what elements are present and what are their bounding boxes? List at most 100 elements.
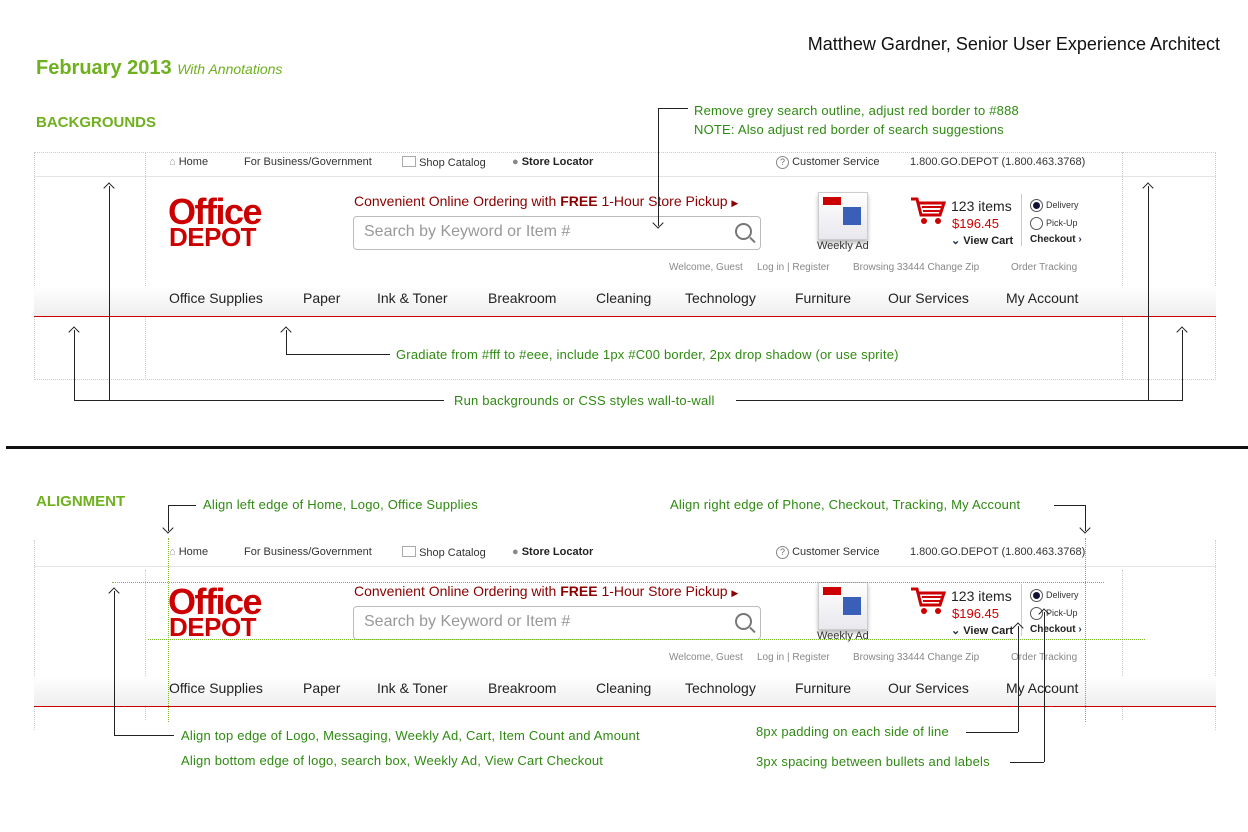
annotation-padding: 8px padding on each side of line: [756, 724, 949, 739]
customer-service-link[interactable]: ? Customer Service: [776, 156, 879, 169]
help-icon: ?: [776, 156, 789, 169]
logo-depot[interactable]: DEPOT: [169, 224, 257, 250]
annotation-search-outline: Remove grey search outline, adjust red b…: [694, 101, 1019, 139]
nav-item[interactable]: Our Services: [888, 290, 969, 306]
view-cart-link[interactable]: ⌄ View Cart: [951, 234, 1013, 247]
phone-number: 1.800.GO.DEPOT (1.800.463.3768): [910, 156, 1086, 168]
browsing-zip[interactable]: Browsing 33444 Change Zip: [853, 652, 979, 663]
weekly-ad-label[interactable]: Weekly Ad: [817, 630, 869, 642]
catalog-label: Shop Catalog: [419, 547, 486, 559]
view-cart-label: View Cart: [963, 235, 1014, 247]
store-locator-link[interactable]: ● Store Locator: [512, 156, 593, 168]
browsing-zip[interactable]: Browsing 33444 Change Zip: [853, 262, 979, 273]
nav-item[interactable]: Office Supplies: [169, 290, 263, 306]
delivery-label: Delivery: [1046, 590, 1079, 600]
catalog-label: Shop Catalog: [419, 157, 486, 169]
nav-item[interactable]: Cleaning: [596, 290, 651, 306]
delivery-radio[interactable]: [1030, 199, 1043, 212]
annotation-gradient: Gradiate from #fff to #eee, include 1px …: [396, 347, 899, 362]
welcome-text: Welcome, Guest: [669, 652, 743, 663]
login-link[interactable]: Log in | Register: [757, 652, 830, 663]
search-input[interactable]: Search by Keyword or Item #: [364, 613, 570, 631]
checkout-label: Checkout: [1030, 624, 1076, 635]
date-text: February 2013: [36, 57, 172, 79]
order-tracking-link[interactable]: Order Tracking: [1011, 262, 1077, 273]
search-box[interactable]: Search by Keyword or Item #: [353, 216, 761, 250]
nav-item[interactable]: My Account: [1006, 680, 1078, 696]
weekly-ad-label[interactable]: Weekly Ad: [817, 240, 869, 252]
welcome-text: Welcome, Guest: [669, 262, 743, 273]
cart-amount: $196.45: [952, 216, 999, 231]
annotation-wall: Run backgrounds or CSS styles wall-to-wa…: [454, 393, 715, 408]
cart-item-count[interactable]: 123 items: [951, 198, 1012, 214]
site-header-1: ⌂ Home For Business/Government Shop Cata…: [0, 150, 1248, 350]
delivery-radio[interactable]: [1030, 589, 1043, 602]
annotation-search-line1: Remove grey search outline, adjust red b…: [694, 103, 1019, 118]
nav-item[interactable]: Paper: [303, 680, 340, 696]
catalog-icon: [402, 156, 416, 167]
weekly-ad-thumbnail[interactable]: [818, 192, 868, 240]
customer-service-label: Customer Service: [792, 156, 880, 168]
chevron-down-icon: ⌄: [951, 625, 961, 637]
help-icon: ?: [776, 546, 789, 559]
nav-item[interactable]: Furniture: [795, 290, 851, 306]
section-divider: [6, 446, 1248, 449]
promo-message[interactable]: Convenient Online Ordering with FREE 1-H…: [354, 583, 738, 599]
chevron-down-icon: ⌄: [951, 235, 961, 247]
promo-pre: Convenient Online Ordering with: [354, 583, 561, 599]
home-link[interactable]: ⌂ Home: [169, 546, 208, 558]
view-cart-link[interactable]: ⌄ View Cart: [951, 624, 1013, 637]
checkout-link[interactable]: Checkout ›: [1030, 234, 1082, 245]
promo-bold: FREE: [560, 583, 598, 599]
annotation-align-right: Align right edge of Phone, Checkout, Tra…: [670, 497, 1021, 512]
home-label: Home: [178, 156, 209, 168]
nav-item[interactable]: Ink & Toner: [377, 290, 448, 306]
chevron-right-icon: ›: [1078, 624, 1082, 635]
annotation-align-left: Align left edge of Home, Logo, Office Su…: [203, 497, 478, 512]
search-input[interactable]: Search by Keyword or Item #: [364, 223, 570, 241]
home-link[interactable]: ⌂ Home: [169, 156, 208, 168]
nav-item[interactable]: My Account: [1006, 290, 1078, 306]
annotation-align-top: Align top edge of Logo, Messaging, Weekl…: [181, 728, 640, 743]
logo-depot[interactable]: DEPOT: [169, 614, 257, 640]
nav-item[interactable]: Office Supplies: [169, 680, 263, 696]
search-icon[interactable]: [735, 613, 752, 630]
home-label: Home: [178, 546, 209, 558]
nav-item[interactable]: Paper: [303, 290, 340, 306]
cart-divider: [1021, 194, 1022, 246]
annotation-spacing: 3px spacing between bullets and labels: [756, 754, 990, 769]
nav-item[interactable]: Cleaning: [596, 680, 651, 696]
search-box[interactable]: Search by Keyword or Item #: [353, 606, 761, 640]
checkout-link[interactable]: Checkout ›: [1030, 624, 1082, 635]
nav-item[interactable]: Breakroom: [488, 290, 556, 306]
map-pin-icon: ●: [512, 156, 519, 168]
nav-item[interactable]: Technology: [685, 680, 756, 696]
annotation-search-line2: NOTE: Also adjust red border of search s…: [694, 122, 1004, 137]
page-date: February 2013 With Annotations: [36, 57, 282, 80]
section-backgrounds: BACKGROUNDS: [36, 114, 156, 131]
nav-item[interactable]: Our Services: [888, 680, 969, 696]
home-icon: ⌂: [169, 156, 176, 168]
search-icon[interactable]: [735, 223, 752, 240]
store-locator-link[interactable]: ● Store Locator: [512, 546, 593, 558]
chevron-right-icon: ›: [1078, 234, 1082, 245]
cart-item-count[interactable]: 123 items: [951, 588, 1012, 604]
pickup-radio[interactable]: [1030, 217, 1043, 230]
delivery-label: Delivery: [1046, 200, 1079, 210]
catalog-link[interactable]: Shop Catalog: [402, 546, 486, 559]
business-link[interactable]: For Business/Government: [244, 156, 372, 168]
login-link[interactable]: Log in | Register: [757, 262, 830, 273]
promo-message[interactable]: Convenient Online Ordering with FREE 1-H…: [354, 193, 738, 209]
nav-item[interactable]: Breakroom: [488, 680, 556, 696]
business-link[interactable]: For Business/Government: [244, 546, 372, 558]
cart-icon[interactable]: [910, 587, 946, 615]
nav-item[interactable]: Furniture: [795, 680, 851, 696]
catalog-link[interactable]: Shop Catalog: [402, 156, 486, 169]
weekly-ad-thumbnail[interactable]: [818, 582, 868, 630]
nav-item[interactable]: Ink & Toner: [377, 680, 448, 696]
caret-right-icon: ▶: [731, 588, 739, 598]
author-credit: Matthew Gardner, Senior User Experience …: [807, 34, 1220, 54]
nav-item[interactable]: Technology: [685, 290, 756, 306]
customer-service-link[interactable]: ? Customer Service: [776, 546, 879, 559]
cart-icon[interactable]: [910, 197, 946, 225]
